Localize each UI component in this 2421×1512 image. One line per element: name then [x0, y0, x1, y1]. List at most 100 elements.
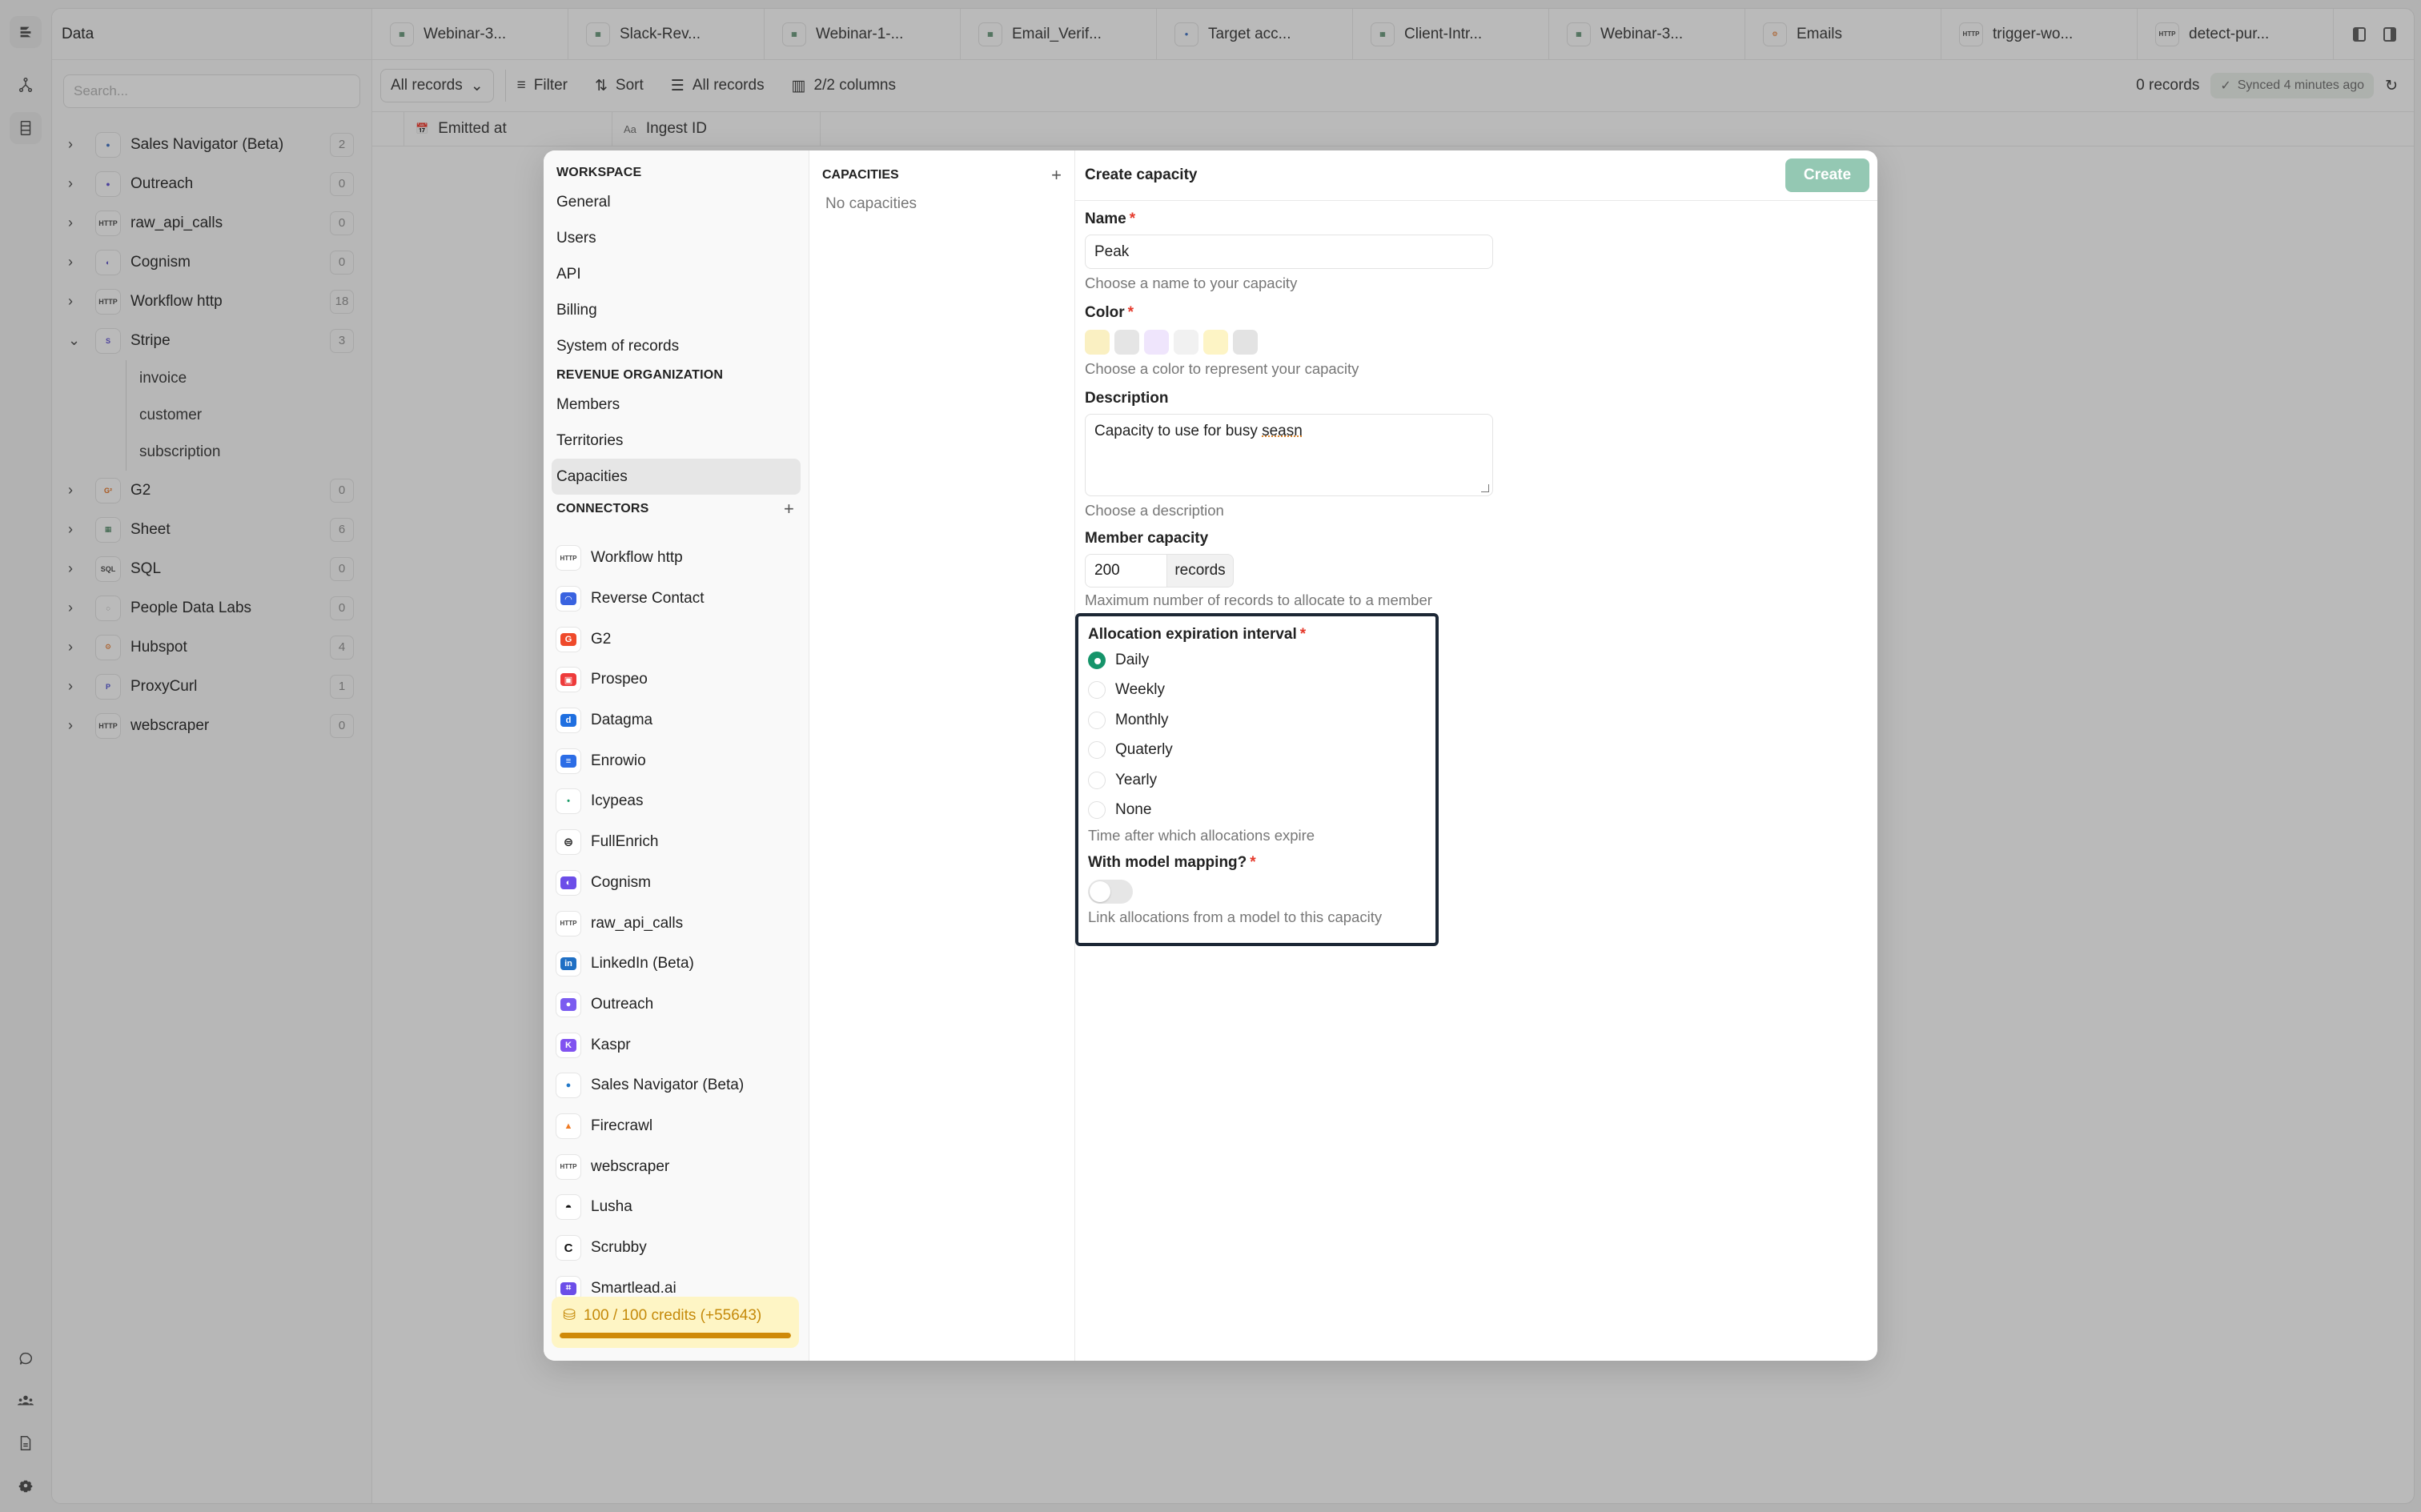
connector-label: Outreach	[591, 995, 654, 1013]
connector-item[interactable]: in LinkedIn (Beta)	[544, 944, 809, 985]
color-label: Color *	[1085, 301, 1877, 325]
connector-item[interactable]: K Kaspr	[544, 1025, 809, 1065]
radio-button[interactable]	[1088, 711, 1106, 729]
nav-item-capacities[interactable]: Capacities	[552, 459, 801, 495]
firecrawl-icon: ▲	[556, 1113, 581, 1139]
radio-button[interactable]	[1088, 651, 1106, 669]
radio-option-quaterly[interactable]: Quaterly	[1088, 736, 1426, 766]
color-swatch[interactable]	[1203, 330, 1228, 355]
connector-item[interactable]: ◐ Cognism	[544, 863, 809, 904]
required-marker: *	[1129, 211, 1136, 227]
expiration-help: Time after which allocations expire	[1088, 827, 1315, 844]
radio-button[interactable]	[1088, 771, 1106, 789]
color-label-text: Color	[1085, 304, 1125, 321]
form-title: Create capacity	[1085, 166, 1198, 183]
color-swatch[interactable]	[1174, 330, 1198, 355]
connector-item[interactable]: HTTP Workflow http	[544, 538, 809, 579]
connector-label: Prospeo	[591, 671, 648, 688]
nav-item-users[interactable]: Users	[544, 220, 801, 256]
create-button[interactable]: Create	[1785, 158, 1869, 192]
connector-item[interactable]: ● Sales Navigator (Beta)	[544, 1065, 809, 1106]
color-swatch[interactable]	[1114, 330, 1139, 355]
connector-label: Enrowio	[591, 752, 646, 769]
connector-item[interactable]: G G2	[544, 619, 809, 660]
color-swatch[interactable]	[1144, 330, 1169, 355]
color-swatches	[1085, 330, 1877, 355]
http-icon: HTTP	[556, 1153, 581, 1180]
color-swatch[interactable]	[1085, 330, 1110, 355]
nav-item-system-of-records[interactable]: System of records	[544, 328, 801, 364]
lusha-icon: ◓	[556, 1194, 581, 1221]
enrowio-icon: ≡	[556, 748, 581, 774]
settings-nav: WORKSPACE General Users API Billing System o…	[544, 150, 809, 1361]
expiration-section: Allocation expiration interval * Daily Wee…	[1075, 613, 1439, 946]
nav-item-territories[interactable]: Territories	[544, 423, 801, 459]
scrubby-icon: C	[556, 1235, 581, 1261]
radio-button[interactable]	[1088, 801, 1106, 820]
model-mapping-toggle[interactable]	[1088, 880, 1133, 904]
http-icon: HTTP	[556, 545, 581, 572]
connector-item[interactable]: ≡ Enrowio	[544, 740, 809, 781]
radio-option-daily[interactable]: Daily	[1088, 645, 1426, 676]
member-capacity-input[interactable]: 200	[1085, 554, 1166, 588]
form-header: Create capacity Create	[1075, 150, 1877, 201]
credits-banner[interactable]: ⛁ 100 / 100 credits (+55643)	[552, 1297, 799, 1348]
datagma-icon: d	[556, 708, 581, 734]
radio-label: Weekly	[1115, 681, 1165, 699]
expiration-label-text: Allocation expiration interval	[1088, 626, 1297, 643]
connector-label: Icypeas	[591, 792, 644, 810]
name-help: Choose a name to your capacity	[1085, 275, 1298, 291]
icypeas-icon: •	[556, 788, 581, 815]
radio-label: Monthly	[1115, 711, 1169, 728]
connector-label: Cognism	[591, 873, 651, 891]
connector-label: Reverse Contact	[591, 590, 705, 608]
connector-item[interactable]: ● Outreach	[544, 985, 809, 1025]
misspelled-word: seasn	[1262, 423, 1303, 439]
nav-item-members[interactable]: Members	[544, 387, 801, 423]
nav-section-revenue: REVENUE ORGANIZATION	[556, 368, 724, 382]
radio-button[interactable]	[1088, 741, 1106, 760]
toggle-knob	[1090, 881, 1110, 902]
radio-label: Yearly	[1115, 771, 1158, 788]
required-marker: *	[1127, 304, 1134, 321]
nav-item-api[interactable]: API	[544, 256, 801, 292]
connector-item[interactable]: ◠ Reverse Contact	[544, 579, 809, 620]
add-connector-button[interactable]: +	[784, 499, 794, 519]
nav-item-billing[interactable]: Billing	[544, 292, 801, 328]
description-textarea[interactable]: Capacity to use for busy seasn	[1085, 414, 1493, 496]
radio-option-weekly[interactable]: Weekly	[1088, 676, 1426, 706]
name-input[interactable]	[1085, 235, 1493, 269]
capacities-header: CAPACITIES +	[809, 150, 1074, 200]
connector-item[interactable]: ▲ Firecrawl	[544, 1106, 809, 1147]
add-capacity-button[interactable]: +	[1051, 165, 1062, 186]
connector-label: Smartlead.ai	[591, 1279, 677, 1297]
connector-item[interactable]: ◓ Lusha	[544, 1187, 809, 1228]
connector-label: webscraper	[591, 1157, 670, 1175]
radio-option-yearly[interactable]: Yearly	[1088, 765, 1426, 796]
description-help: Choose a description	[1085, 502, 1224, 519]
connector-item[interactable]: ▣ Prospeo	[544, 660, 809, 700]
capacities-heading: CAPACITIES	[822, 168, 899, 182]
connector-item[interactable]: d Datagma	[544, 700, 809, 741]
radio-button[interactable]	[1088, 681, 1106, 700]
connector-item[interactable]: C Scrubby	[544, 1228, 809, 1269]
connector-item[interactable]: HTTP raw_api_calls	[544, 903, 809, 944]
connector-item[interactable]: ⊜ FullEnrich	[544, 822, 809, 863]
settings-modal: WORKSPACE General Users API Billing System o…	[544, 150, 1877, 1361]
color-swatch[interactable]	[1233, 330, 1258, 355]
nav-section-connectors: CONNECTORS +	[544, 498, 809, 520]
nav-item-general[interactable]: General	[544, 184, 801, 220]
connector-item[interactable]: • Icypeas	[544, 781, 809, 822]
description-text: Capacity to use for busy	[1094, 423, 1263, 439]
connectors-list[interactable]: HTTP Workflow http ◠ Reverse Contact G G2 ▣ Pro…	[544, 538, 809, 1361]
resize-handle[interactable]	[1481, 484, 1489, 492]
connector-label: FullEnrich	[591, 833, 659, 851]
outreach-icon: ●	[556, 991, 581, 1017]
expiration-radio-group: Daily Weekly Monthly Quaterly Yearly None	[1088, 645, 1426, 825]
radio-option-none[interactable]: None	[1088, 796, 1426, 826]
connector-item[interactable]: HTTP webscraper	[544, 1146, 809, 1187]
connector-label: Sales Navigator (Beta)	[591, 1077, 745, 1094]
connector-label: Datagma	[591, 712, 653, 729]
radio-option-monthly[interactable]: Monthly	[1088, 705, 1426, 736]
connector-label: LinkedIn (Beta)	[591, 955, 694, 973]
